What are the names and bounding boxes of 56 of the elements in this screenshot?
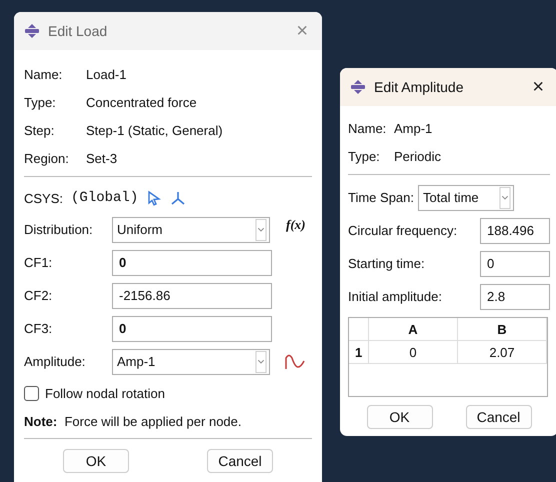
app-icon (24, 23, 40, 39)
checkbox[interactable] (24, 386, 39, 400)
field-value: Amp-1 (394, 120, 432, 136)
field-label: Name: (348, 120, 388, 136)
amplitude-dropdown[interactable]: Amp-1 (112, 348, 270, 374)
dialog-button[interactable]: Cancel (207, 449, 273, 473)
field-label: CF3: (24, 321, 54, 336)
close-button[interactable]: × (528, 76, 548, 98)
checkbox-label: Follow nodal rotation (45, 386, 165, 400)
field-label: Circular frequency: (348, 223, 458, 238)
time-span-dropdown[interactable]: Total time (418, 184, 514, 210)
field-value: Concentrated force (86, 94, 197, 110)
field-value: Load-1 (86, 66, 126, 82)
field-value: Periodic (394, 148, 441, 164)
field-label: Time Span: (348, 190, 414, 205)
dialog-button[interactable]: OK (63, 449, 129, 473)
field-label: Region: (24, 150, 70, 166)
input-field[interactable]: 2.8 (480, 284, 550, 310)
field-label: CF1: (24, 255, 54, 270)
chevron-icon (255, 218, 267, 240)
distribution-dropdown[interactable]: Uniform (112, 216, 270, 242)
field-label: Starting time: (348, 256, 426, 271)
field-value: (Global) (71, 190, 138, 206)
window-title: Edit Amplitude (374, 79, 464, 95)
chevron-icon (499, 186, 511, 208)
dialog-button[interactable]: Cancel (466, 405, 532, 429)
field-label: Type: (24, 94, 57, 110)
input-field[interactable]: 0 (112, 250, 272, 276)
column-header: B (458, 318, 547, 340)
field-label: Distribution: (24, 222, 94, 237)
input-field[interactable]: 188.496 (480, 218, 550, 244)
dialog-button[interactable]: OK (366, 405, 432, 429)
field-label: Step: (24, 122, 56, 138)
column-header: A (369, 318, 458, 340)
table-cell[interactable]: 0 (369, 341, 458, 363)
field-value: Step-1 (Static, General) (86, 122, 223, 138)
table-cell[interactable]: 2.07 (458, 341, 547, 363)
window-title: Edit Load (48, 23, 108, 39)
field-label: Type: (348, 148, 381, 164)
row-number: 1 (349, 341, 369, 363)
cursor-icon[interactable] (146, 190, 162, 206)
field-label: CSYS: (24, 190, 64, 206)
input-field[interactable]: 0 (480, 250, 550, 276)
field-value: Set-3 (86, 150, 118, 166)
field-label: Initial amplitude: (348, 289, 443, 304)
input-field[interactable]: -2156.86 (112, 282, 272, 308)
function-button[interactable]: f(x) (286, 217, 306, 233)
input-field[interactable]: 0 (112, 316, 272, 342)
field-label: Name: (24, 66, 64, 82)
chevron-icon (255, 350, 267, 372)
axes-icon[interactable] (170, 190, 186, 206)
note-text: Note: Force will be applied per node. (24, 412, 242, 431)
field-label: CF2: (24, 288, 54, 303)
field-label: Amplitude: (24, 354, 86, 369)
app-icon (350, 79, 366, 95)
wave-icon[interactable] (284, 352, 306, 370)
